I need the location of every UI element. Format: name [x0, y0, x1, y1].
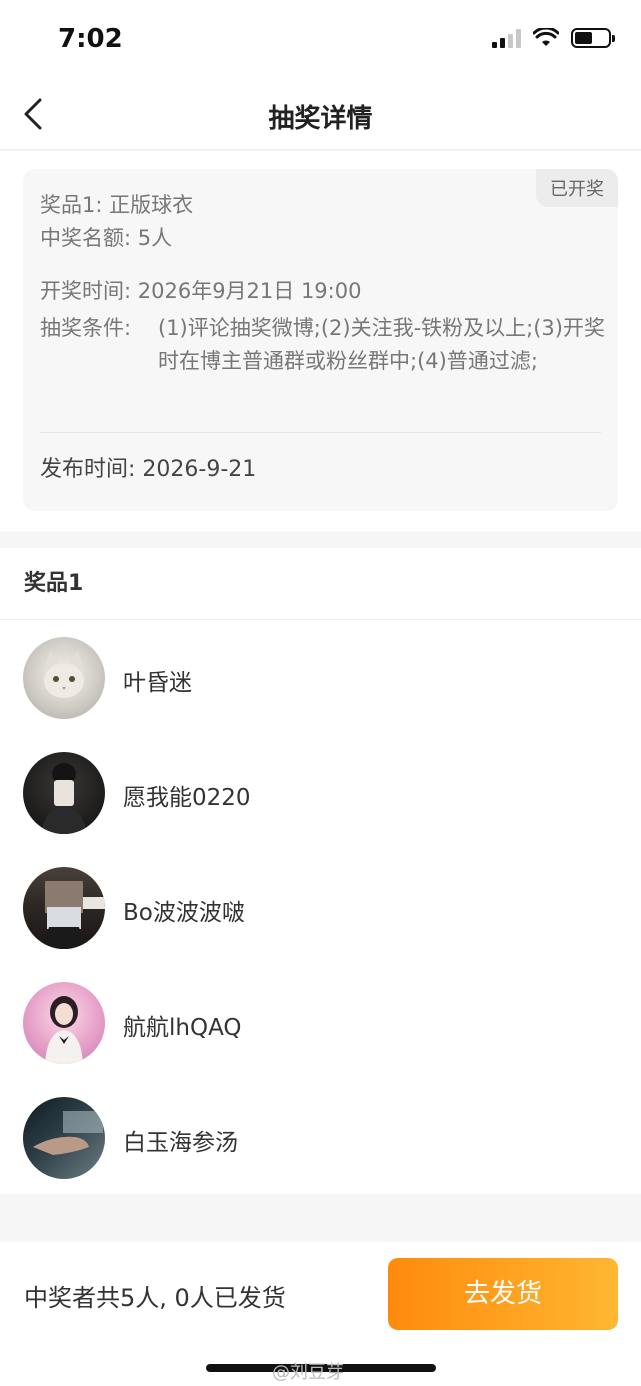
- winner-name: Bo波波波啵: [123, 900, 245, 926]
- avatar[interactable]: [23, 867, 105, 949]
- battery-icon: [571, 28, 615, 48]
- lottery-info-section: 已开奖 奖品1: 正版球衣 中奖名额: 5人 开奖时间: 2026年9月21日 …: [0, 151, 641, 531]
- draw-time-line: 开奖时间: 2026年9月21日 19:00: [40, 279, 362, 303]
- condition-label: 抽奖条件:: [40, 316, 132, 340]
- winner-row[interactable]: 白玉海参汤: [0, 1081, 641, 1196]
- avatar[interactable]: [23, 1097, 105, 1179]
- wifi-icon: [533, 28, 559, 46]
- winner-list: 奖品1 叶昏迷 愿我能0220 Bo波波波啵 航航lhQAQ 白玉海参汤: [0, 548, 641, 1194]
- avatar[interactable]: [23, 637, 105, 719]
- divider: [40, 432, 601, 433]
- bottom-bar: 中奖者共5人, 0人已发货 去发货 @刘豆芽: [0, 1242, 641, 1386]
- winner-name: 叶昏迷: [123, 670, 192, 696]
- ship-button[interactable]: 去发货: [388, 1258, 618, 1330]
- winner-name: 愿我能0220: [123, 785, 251, 811]
- condition-block: 抽奖条件: (1)评论抽奖微博;(2)关注我-铁粉及以上;(3)开奖时在博主普通…: [40, 312, 605, 378]
- quota-line: 中奖名额: 5人: [40, 226, 173, 250]
- status-icons: [492, 28, 615, 48]
- watermark: @刘豆芽: [272, 1362, 344, 1383]
- status-badge: 已开奖: [536, 169, 618, 207]
- status-bar: 7:02: [0, 0, 641, 80]
- winner-row[interactable]: 航航lhQAQ: [0, 966, 641, 1081]
- winner-row[interactable]: Bo波波波啵: [0, 851, 641, 966]
- shipping-summary: 中奖者共5人, 0人已发货: [24, 1284, 286, 1312]
- cellular-signal-icon: [492, 28, 521, 48]
- lottery-info-card: 已开奖 奖品1: 正版球衣 中奖名额: 5人 开奖时间: 2026年9月21日 …: [23, 169, 618, 511]
- page-title: 抽奖详情: [268, 104, 373, 134]
- prize-line: 奖品1: 正版球衣: [40, 193, 194, 217]
- nav-bar: 抽奖详情: [0, 80, 641, 150]
- status-time: 7:02: [58, 24, 123, 54]
- winner-name: 白玉海参汤: [123, 1130, 238, 1156]
- avatar[interactable]: [23, 982, 105, 1064]
- publish-time: 发布时间: 2026-9-21: [40, 457, 257, 482]
- winner-list-title: 奖品1: [0, 548, 641, 620]
- winner-name: 航航lhQAQ: [123, 1015, 242, 1041]
- avatar[interactable]: [23, 752, 105, 834]
- condition-text: (1)评论抽奖微博;(2)关注我-铁粉及以上;(3)开奖时在博主普通群或粉丝群中…: [158, 316, 605, 373]
- winner-row[interactable]: 愿我能0220: [0, 736, 641, 851]
- winner-row[interactable]: 叶昏迷: [0, 621, 641, 736]
